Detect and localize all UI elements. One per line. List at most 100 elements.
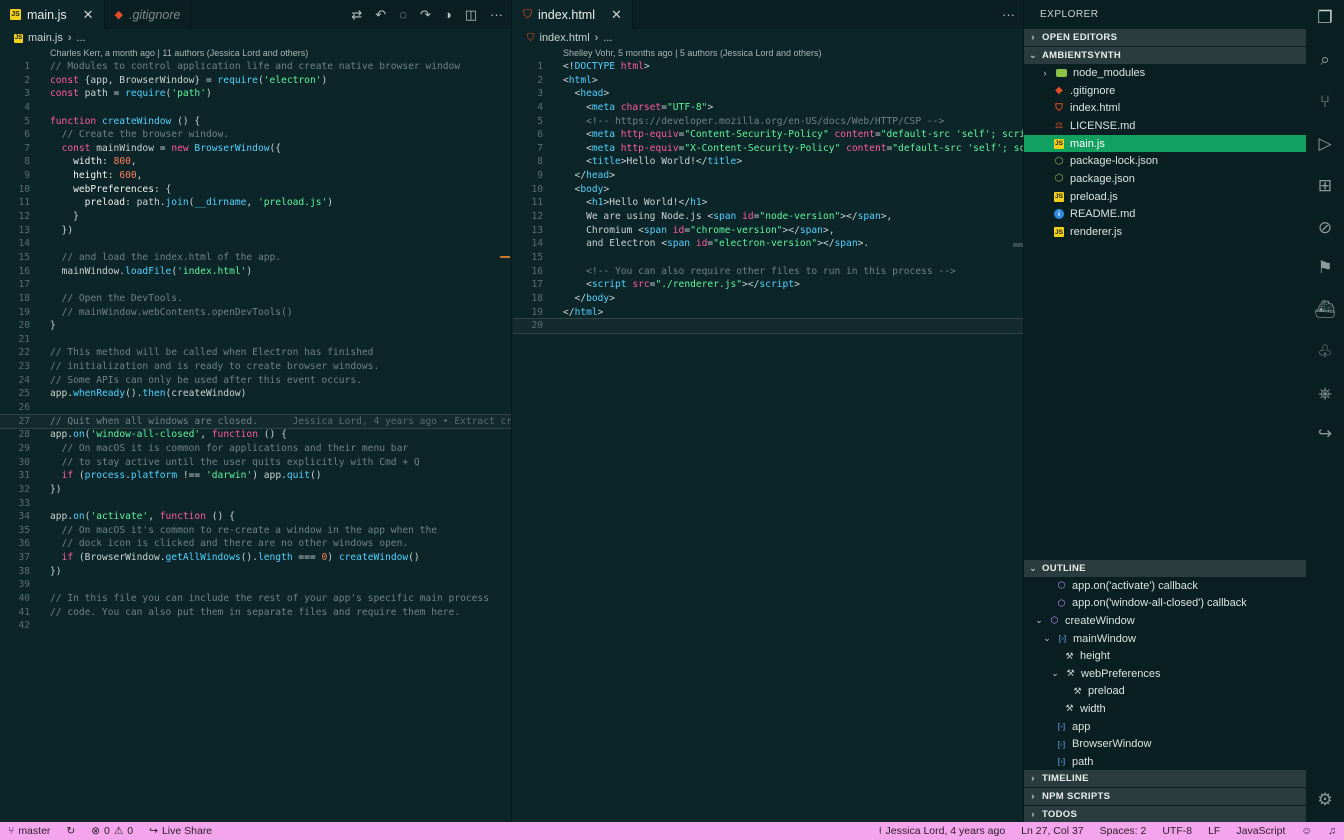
file-item[interactable]: ⬡ package-lock.json (1024, 152, 1306, 170)
live-share-status[interactable]: ↪ Live Share (141, 825, 220, 837)
outline-item[interactable]: ⚒ preload (1024, 683, 1307, 701)
code-line[interactable]: 11 <h1>Hello World!</h1> (513, 196, 1023, 210)
code-line[interactable]: 7 <meta http-equiv="X-Content-Security-P… (513, 142, 1023, 156)
code-line[interactable]: 9 </head> (513, 169, 1023, 183)
next-change-icon[interactable]: ◌ (399, 7, 407, 22)
kubernetes-icon[interactable]: ⎈ (1315, 384, 1335, 404)
code-line[interactable]: 26 (0, 401, 511, 415)
code-line[interactable]: 2 <html> (513, 74, 1023, 88)
sync-status[interactable]: ↻ (58, 825, 83, 837)
code-line[interactable]: 13 Chromium <span id="chrome-version"></… (513, 224, 1023, 238)
code-line[interactable]: 6 // Create the browser window. (0, 128, 511, 142)
code-line[interactable]: 30 // to stay active until the user quit… (0, 456, 511, 470)
code-line[interactable]: 38}) (0, 565, 511, 579)
outline-item[interactable]: ⌄ ⬡ createWindow (1024, 612, 1307, 630)
close-icon[interactable]: ✕ (611, 7, 622, 23)
tab-index-html[interactable]: ⛉ index.html ✕ (513, 0, 633, 29)
tree-icon[interactable]: ♧ (1315, 342, 1335, 362)
code-line[interactable]: 29 // On macOS it is common for applicat… (0, 442, 511, 456)
breadcrumb-file[interactable]: main.js (28, 32, 63, 44)
gear-icon[interactable]: ⚙ (1315, 790, 1335, 810)
file-item[interactable]: › node_modules (1024, 64, 1306, 82)
breadcrumb-more[interactable]: ... (603, 32, 612, 44)
code-line[interactable]: 5 function createWindow () { (0, 115, 511, 129)
tab-gitignore[interactable]: ◆ .gitignore (104, 0, 192, 29)
code-line[interactable]: 18 // Open the DevTools. (0, 292, 511, 306)
code-line[interactable]: 12 We are using Node.js <span id="node-v… (513, 210, 1023, 224)
code-line[interactable]: 16 <!-- You can also require other files… (513, 265, 1023, 279)
bookmark-icon[interactable]: ⚑ (1315, 258, 1335, 278)
close-icon[interactable]: ✕ (83, 7, 94, 23)
outline-header[interactable]: ⌄ OUTLINE (1024, 560, 1307, 577)
todos-header[interactable]: › TODOS (1024, 806, 1307, 823)
end-of-line[interactable]: LF (1200, 825, 1228, 837)
code-line[interactable]: 28 app.on('window-all-closed', function (… (0, 428, 511, 442)
file-item[interactable]: ◆ .gitignore (1024, 82, 1306, 100)
code-line[interactable]: 10 webPreferences: { (0, 183, 511, 197)
code-line[interactable]: 3 <head> (513, 87, 1023, 101)
code-line[interactable]: 40 // In this file you can include the re… (0, 592, 511, 606)
project-header[interactable]: ⌄ AMBIENTSYNTH (1024, 47, 1306, 64)
more-actions-icon[interactable]: ··· (490, 7, 503, 22)
code-line[interactable]: 17 <script src="./renderer.js"></script> (513, 278, 1023, 292)
timeline-icon[interactable]: ◑ (444, 7, 452, 22)
chevron-down-icon[interactable]: ⌄ (1050, 668, 1060, 679)
outline-item[interactable]: ⚒ width (1024, 700, 1307, 718)
blame-header[interactable]: Charles Kerr, a month ago | 11 authors (… (0, 46, 511, 60)
code-line[interactable]: 21 (0, 333, 511, 347)
code-line[interactable]: 20 (513, 318, 1023, 334)
code-line[interactable]: 1 <!DOCTYPE html> (513, 60, 1023, 74)
code-line[interactable]: 24 // Some APIs can only be used after th… (0, 374, 511, 388)
code-line[interactable]: 11 preload: path.join(__dirname, 'preloa… (0, 196, 511, 210)
tab-main-js[interactable]: JS main.js ✕ (0, 0, 105, 29)
code-line[interactable]: 12 } (0, 210, 511, 224)
code-line[interactable]: 1 // Modules to control application life … (0, 60, 511, 74)
outline-item[interactable]: ⌄ ⚒ webPreferences (1024, 665, 1307, 683)
timeline-header[interactable]: › TIMELINE (1024, 770, 1307, 787)
chevron-down-icon[interactable]: ⌄ (1042, 633, 1052, 644)
code-line[interactable]: 20} (0, 319, 511, 333)
source-control-icon[interactable]: ⑂ (1315, 92, 1335, 112)
code-line[interactable]: 2 const {app, BrowserWindow} = require('e… (0, 74, 511, 88)
blame-status[interactable]: ⍿ Jessica Lord, 4 years ago (871, 825, 1013, 838)
feedback-status[interactable]: ☺ (1293, 825, 1320, 837)
code-line[interactable]: 19 // mainWindow.webContents.openDevTool… (0, 306, 511, 320)
indentation[interactable]: Spaces: 2 (1092, 825, 1155, 837)
outline-item[interactable]: ⚒ height (1024, 647, 1307, 665)
outline-item[interactable]: [◦] path (1024, 753, 1307, 771)
code-line[interactable]: 10 <body> (513, 183, 1023, 197)
compare-changes-icon[interactable]: ⇄ (351, 7, 362, 23)
code-line[interactable]: 5 <!-- https://developer.mozilla.org/en-… (513, 115, 1023, 129)
code-line[interactable]: 19 </html> (513, 306, 1023, 320)
file-item[interactable]: ⚖ LICENSE.md (1024, 117, 1306, 135)
branch-status[interactable]: ⑂ master (0, 825, 58, 837)
outline-item[interactable]: ⬡ app.on('activate') callback (1024, 577, 1307, 595)
code-line[interactable]: 13 }) (0, 224, 511, 238)
files-icon[interactable]: ❐ (1315, 8, 1335, 28)
code-editor-index-html[interactable]: 1 <!DOCTYPE html> 2 <html> 3 <head> 4 <meta c… (513, 60, 1023, 334)
code-line[interactable]: 27 // Quit when all windows are closed. J… (0, 413, 511, 430)
blame-header[interactable]: Shelley Vohr, 5 months ago | 5 authors (… (513, 46, 1023, 60)
search-icon[interactable]: ⌕ (1315, 50, 1335, 70)
code-line[interactable]: 32}) (0, 483, 511, 497)
notifications-status[interactable]: ♫ (1320, 825, 1344, 837)
more-actions-icon[interactable]: ··· (1002, 7, 1015, 22)
encoding[interactable]: UTF-8 (1154, 825, 1200, 837)
code-line[interactable]: 37 if (BrowserWindow.getAllWindows().len… (0, 551, 511, 565)
file-item[interactable]: JS preload.js (1024, 188, 1306, 206)
npm-scripts-header[interactable]: › NPM SCRIPTS (1024, 788, 1307, 805)
split-editor-icon[interactable]: ◫ (465, 7, 477, 23)
code-line[interactable]: 4 <meta charset="UTF-8"> (513, 101, 1023, 115)
extensions-icon[interactable]: ⊞ (1315, 176, 1335, 196)
code-line[interactable]: 4 (0, 101, 511, 115)
previous-change-icon[interactable]: ↶ (375, 7, 386, 23)
code-line[interactable]: 23 // initialization and is ready to crea… (0, 360, 511, 374)
open-editors-header[interactable]: › OPEN EDITORS (1024, 29, 1306, 46)
code-line[interactable]: 3 const path = require('path') (0, 87, 511, 101)
code-line[interactable]: 25 app.whenReady().then(createWindow) (0, 387, 511, 401)
code-line[interactable]: 39 (0, 578, 511, 592)
code-line[interactable]: 16 mainWindow.loadFile('index.html') (0, 265, 511, 279)
code-line[interactable]: 17 (0, 278, 511, 292)
breadcrumb-file[interactable]: index.html (540, 32, 590, 44)
code-line[interactable]: 14 (0, 237, 511, 251)
